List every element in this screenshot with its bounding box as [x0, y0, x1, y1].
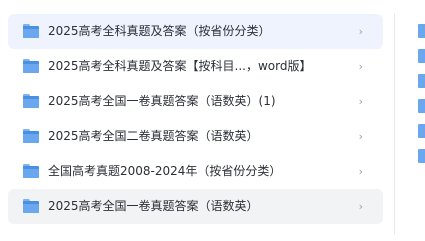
chevron-right-icon[interactable]: ›	[359, 189, 363, 224]
folder-row[interactable]: 2025高考全国一卷真题答案（语数英）(1) ›	[8, 84, 383, 119]
folder-icon	[23, 129, 39, 143]
folder-name: 全国高考真题2008-2024年（按省份分类）	[48, 164, 282, 178]
folder-icon	[23, 199, 39, 213]
folder-icon[interactable]	[418, 24, 425, 38]
folder-icon[interactable]	[418, 74, 425, 88]
folder-name: 2025高考全国一卷真题答案（语数英）	[48, 199, 259, 213]
chevron-right-icon[interactable]: ›	[359, 49, 363, 84]
folder-icon	[23, 24, 39, 38]
chevron-right-icon[interactable]: ›	[359, 14, 363, 49]
folder-icon[interactable]	[418, 149, 425, 163]
folder-row[interactable]: 2025高考全科真题及答案【按科目...，word版】 ›	[8, 49, 383, 84]
folder-icon[interactable]	[418, 49, 425, 63]
folder-icon	[23, 59, 39, 73]
chevron-right-icon[interactable]: ›	[359, 154, 363, 189]
panel-divider	[394, 14, 395, 234]
folder-row[interactable]: 2025高考全科真题及答案（按省份分类） ›	[8, 14, 383, 49]
folder-icon[interactable]	[418, 124, 425, 138]
folder-list: 2025高考全科真题及答案（按省份分类） › 2025高考全科真题及答案【按科目…	[8, 14, 383, 224]
file-browser: 2025高考全科真题及答案（按省份分类） › 2025高考全科真题及答案【按科目…	[0, 0, 425, 241]
folder-name: 2025高考全科真题及答案【按科目...，word版】	[48, 59, 312, 73]
adjacent-folder-column	[418, 14, 425, 174]
folder-row[interactable]: 2025高考全国二卷真题答案（语数英） ›	[8, 119, 383, 154]
folder-row[interactable]: 2025高考全国一卷真题答案（语数英） ›	[8, 189, 383, 224]
folder-name: 2025高考全国一卷真题答案（语数英）(1)	[48, 94, 276, 108]
folder-icon	[23, 94, 39, 108]
folder-name: 2025高考全国二卷真题答案（语数英）	[48, 129, 259, 143]
chevron-right-icon[interactable]: ›	[359, 84, 363, 119]
folder-icon[interactable]	[418, 99, 425, 113]
folder-icon	[23, 164, 39, 178]
folder-row[interactable]: 全国高考真题2008-2024年（按省份分类） ›	[8, 154, 383, 189]
chevron-right-icon[interactable]: ›	[359, 119, 363, 154]
folder-name: 2025高考全科真题及答案（按省份分类）	[48, 24, 271, 38]
